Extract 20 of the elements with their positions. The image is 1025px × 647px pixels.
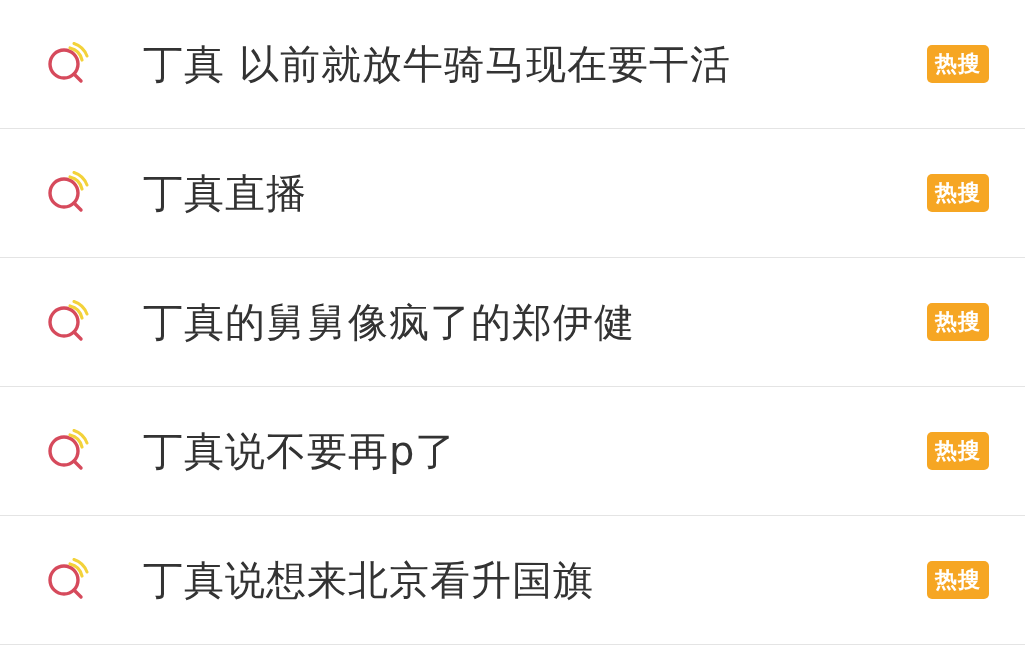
hot-badge: 热搜 bbox=[927, 432, 989, 470]
suggestion-row[interactable]: 丁真 以前就放牛骑马现在要干活 热搜 bbox=[0, 0, 1025, 129]
search-icon bbox=[46, 300, 90, 344]
suggestion-text: 丁真说想来北京看升国旗 bbox=[143, 555, 595, 605]
hot-badge: 热搜 bbox=[927, 303, 989, 341]
suggestion-row[interactable]: 丁真直播 热搜 bbox=[0, 129, 1025, 258]
hot-badge: 热搜 bbox=[927, 45, 989, 83]
suggestion-text: 丁真说不要再p了 bbox=[143, 426, 458, 476]
suggestion-text: 丁真的舅舅像疯了的郑伊健 bbox=[143, 297, 636, 347]
search-icon bbox=[46, 429, 90, 473]
suggestion-text: 丁真直播 bbox=[143, 168, 308, 218]
suggestion-row[interactable]: 丁真说不要再p了 热搜 bbox=[0, 387, 1025, 516]
suggestion-row[interactable]: 丁真的舅舅像疯了的郑伊健 热搜 bbox=[0, 258, 1025, 387]
suggestion-text: 丁真 以前就放牛骑马现在要干活 bbox=[143, 39, 732, 89]
search-icon bbox=[46, 558, 90, 602]
search-icon bbox=[46, 171, 90, 215]
search-icon bbox=[46, 42, 90, 86]
hot-badge: 热搜 bbox=[927, 174, 989, 212]
suggestion-row[interactable]: 丁真说想来北京看升国旗 热搜 bbox=[0, 516, 1025, 645]
hot-badge: 热搜 bbox=[927, 561, 989, 599]
